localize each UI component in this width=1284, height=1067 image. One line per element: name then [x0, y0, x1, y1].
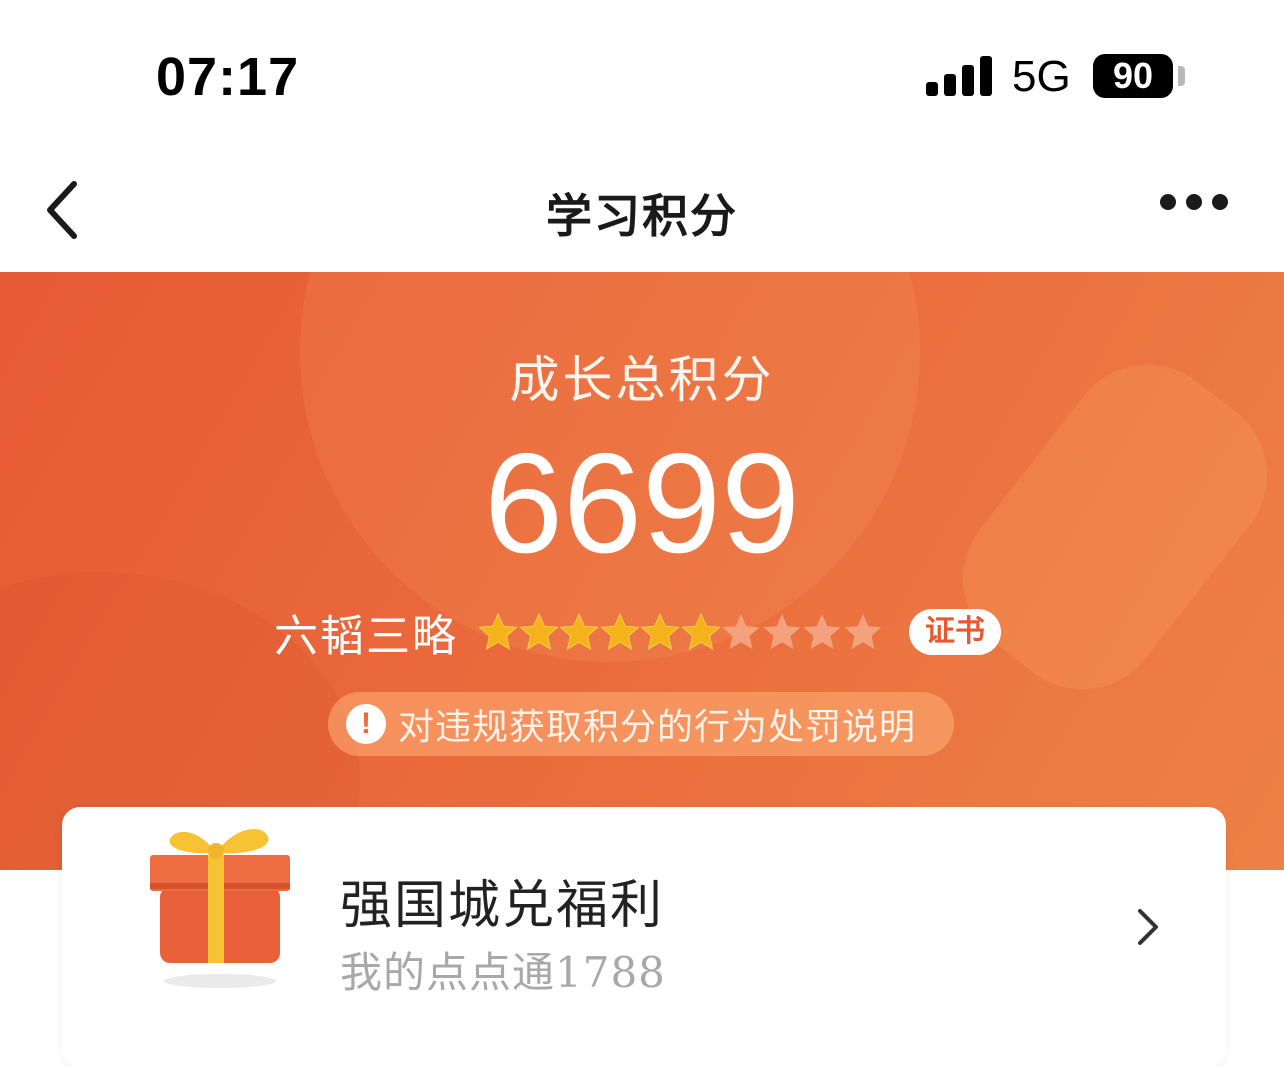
- rank-stars: [478, 612, 883, 652]
- star-filled-icon: [559, 612, 599, 651]
- star-empty-icon: [844, 614, 881, 649]
- more-button[interactable]: [1150, 188, 1240, 218]
- chevron-right-icon: [1138, 909, 1158, 945]
- battery-icon: 90: [1093, 54, 1173, 98]
- star-filled-icon: [478, 612, 518, 651]
- points-summary-panel: 成长总积分 6699 六韬三略 证书 ! 对违规获取积分的行为处罚说明: [0, 272, 1284, 870]
- penalty-notice-text: 对违规获取积分的行为处罚说明: [398, 707, 917, 748]
- star-filled-icon: [680, 612, 721, 651]
- penalty-notice-link[interactable]: ! 对违规获取积分的行为处罚说明: [328, 692, 954, 756]
- gift-icon: [150, 829, 290, 988]
- nav-bar: 学习积分: [0, 150, 1284, 272]
- certificate-button[interactable]: 证书: [909, 609, 1001, 655]
- more-dot: [1212, 194, 1228, 210]
- rank-row: 六韬三略 证书: [274, 602, 1001, 662]
- exclamation-icon: !: [346, 704, 386, 744]
- total-points-value: 6699: [484, 424, 800, 583]
- star-filled-icon: [599, 612, 640, 651]
- total-points-label: 成长总积分: [509, 351, 775, 409]
- star-filled-icon: [640, 612, 680, 651]
- network-type: 5G: [1012, 52, 1071, 101]
- star-empty-icon: [722, 614, 760, 649]
- card-title: 强国城兑福利: [340, 876, 665, 936]
- star-empty-icon: [803, 614, 841, 649]
- star-empty-icon: [763, 614, 800, 649]
- more-dot: [1160, 194, 1176, 210]
- card-subtitle: 我的点点通1788: [340, 948, 666, 997]
- page-title: 学习积分: [546, 189, 738, 243]
- signal-strength-icon: [926, 56, 992, 96]
- rank-name: 六韬三略: [274, 611, 458, 662]
- mall-rewards-card[interactable]: 强国城兑福利 我的点点通1788: [62, 807, 1226, 1067]
- more-dot: [1186, 194, 1202, 210]
- status-time: 07:17: [156, 47, 300, 107]
- battery-level: 90: [1112, 55, 1154, 96]
- battery-tip: [1178, 66, 1185, 86]
- status-bar: 07:17 5G 90: [0, 0, 1284, 150]
- star-filled-icon: [518, 612, 559, 651]
